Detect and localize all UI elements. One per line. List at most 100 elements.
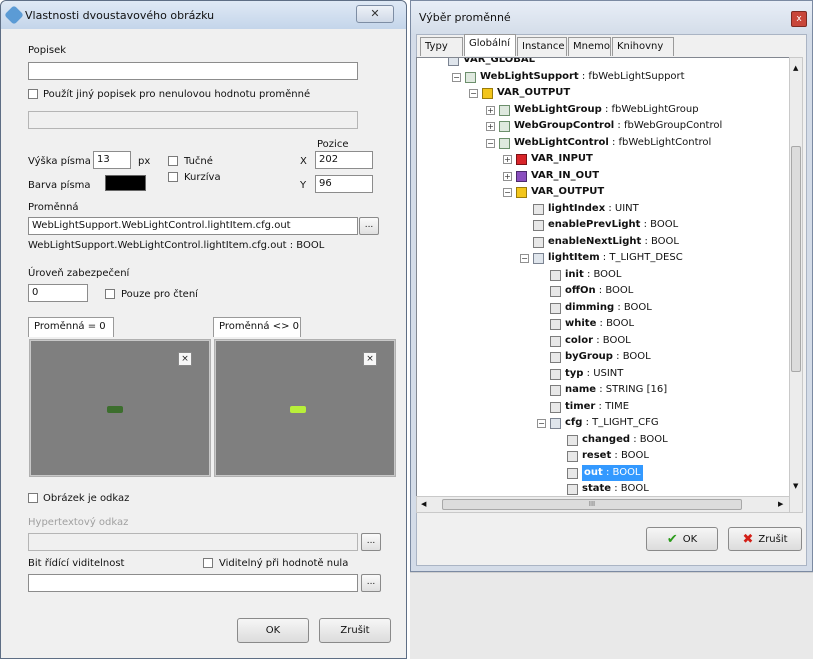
tree-node[interactable]: offOn : BOOL <box>417 283 789 299</box>
tree-node[interactable]: out : BOOL <box>417 464 789 481</box>
tree-node[interactable]: − VAR_OUTPUT <box>417 184 789 200</box>
tab-globalni[interactable]: Globální <box>464 34 516 56</box>
expand-icon[interactable]: + <box>503 155 512 164</box>
visibility-input[interactable] <box>28 574 358 592</box>
tree-node[interactable]: + WebGroupControl : fbWebGroupControl <box>417 118 789 134</box>
scroll-thumb[interactable] <box>791 146 801 372</box>
visible-zero-checkbox[interactable] <box>203 558 213 568</box>
tree-node[interactable]: enableNextLight : BOOL <box>417 234 789 250</box>
tree-node-name: enableNextLight <box>548 235 642 247</box>
tab-variable-zero[interactable]: Proměnná = 0 <box>28 317 114 337</box>
tree-node-type: : fbWebLightGroup <box>601 103 699 115</box>
tree-node[interactable]: timer : TIME <box>417 399 789 415</box>
preview-nonzero-close-icon[interactable]: × <box>363 352 377 366</box>
variable-input[interactable]: WebLightSupport.WebLightControl.lightIte… <box>28 217 358 235</box>
expand-icon[interactable]: + <box>503 171 512 181</box>
popisek-input[interactable] <box>28 62 358 80</box>
tree-node-type: : STRING [16] <box>596 384 668 395</box>
right-ok-button[interactable]: ✔ OK <box>646 527 718 551</box>
tree-node[interactable]: VAR_GLOBAL <box>417 57 789 68</box>
scroll-left-icon[interactable]: ◀ <box>421 500 426 508</box>
collapse-icon[interactable]: − <box>503 188 512 197</box>
tab-variable-nonzero[interactable]: Proměnná <> 0 <box>213 317 301 337</box>
use-other-label-checkbox[interactable] <box>28 89 38 99</box>
collapse-icon[interactable]: − <box>537 419 546 428</box>
tree-node-label: state : BOOL <box>582 481 649 497</box>
image-link-checkbox[interactable] <box>28 493 38 503</box>
tree-node[interactable]: − VAR_OUTPUT <box>417 85 789 101</box>
tree-node[interactable]: − WebLightControl : fbWebLightControl <box>417 135 789 151</box>
tree-node[interactable]: typ : USINT <box>417 366 789 382</box>
tree-node[interactable]: reset : BOOL <box>417 448 789 464</box>
tree-node[interactable]: name : STRING [16] <box>417 382 789 398</box>
security-input[interactable]: 0 <box>28 284 88 302</box>
tab-knihovny[interactable]: Knihovny <box>612 37 674 56</box>
scroll-down-icon[interactable]: ▼ <box>793 482 798 490</box>
cancel-button[interactable]: Zrušit <box>319 618 391 643</box>
use-other-label-text: Použít jiný popisek pro nenulovou hodnot… <box>43 89 311 100</box>
tree-node-label: dimming : BOOL <box>565 300 652 316</box>
tree-node[interactable]: byGroup : BOOL <box>417 349 789 365</box>
fb-icon <box>499 104 510 116</box>
tree-node-type: : USINT <box>583 367 624 379</box>
x-position-input[interactable]: 202 <box>315 151 373 169</box>
variable-browse-button[interactable]: ... <box>359 217 379 235</box>
font-height-input[interactable]: 13 <box>93 151 131 169</box>
scroll-up-icon[interactable]: ▲ <box>793 64 798 72</box>
tree-node[interactable]: − lightItem : T_LIGHT_DESC <box>417 250 789 266</box>
readonly-checkbox[interactable] <box>105 289 115 299</box>
font-color-swatch[interactable] <box>105 175 146 191</box>
hyperlink-browse-button[interactable]: ... <box>361 533 381 551</box>
tab-typy[interactable]: Typy <box>420 37 463 56</box>
hscroll-thumb[interactable]: III <box>442 499 742 510</box>
tree-node[interactable]: enablePrevLight : BOOL <box>417 217 789 233</box>
tree-node[interactable]: dimming : BOOL <box>417 300 789 316</box>
preview-zero-close-icon[interactable]: × <box>178 352 192 366</box>
right-cancel-label: Zrušit <box>758 533 788 545</box>
tree-node-name: VAR_OUTPUT <box>497 87 571 98</box>
tree-node-name: WebLightGroup <box>514 103 602 115</box>
tree-node-type: : UINT <box>605 202 639 214</box>
tree-node[interactable]: − cfg : T_LIGHT_CFG <box>417 415 789 431</box>
px-label: px <box>138 156 151 167</box>
tree-node[interactable]: − WebLightSupport : fbWebLightSupport <box>417 69 789 85</box>
variable-tree[interactable]: VAR_GLOBAL − WebLightSupport : fbWebLightS… <box>416 57 790 513</box>
tree-node[interactable]: + VAR_INPUT <box>417 151 789 167</box>
italic-checkbox[interactable] <box>168 172 178 182</box>
tree-node[interactable]: + VAR_IN_OUT <box>417 168 789 184</box>
tree-node-name: VAR_IN_OUT <box>531 169 600 181</box>
tree-node[interactable]: state : BOOL <box>417 481 789 497</box>
collapse-icon[interactable]: − <box>452 72 461 82</box>
var-icon <box>567 467 578 479</box>
right-cancel-button[interactable]: ✖ Zrušit <box>728 527 802 551</box>
var-icon <box>550 335 561 347</box>
right-close-button[interactable]: x <box>791 11 807 27</box>
tree-node[interactable]: + WebLightGroup : fbWebLightGroup <box>417 102 789 118</box>
collapse-icon[interactable]: − <box>486 138 495 148</box>
tab-mnemo[interactable]: Mnemo <box>568 37 611 56</box>
tree-node[interactable]: init : BOOL <box>417 267 789 283</box>
expand-icon[interactable]: + <box>486 105 495 115</box>
ok-button[interactable]: OK <box>237 618 309 643</box>
scroll-right-icon[interactable]: ▶ <box>778 500 783 508</box>
horizontal-scrollbar[interactable]: ◀ III ▶ <box>416 496 790 513</box>
other-label-input[interactable] <box>28 111 358 129</box>
tree-node[interactable]: lightIndex : UINT <box>417 201 789 217</box>
vertical-scrollbar[interactable]: ▲ ▼ <box>789 57 803 513</box>
collapse-icon[interactable]: − <box>520 254 529 263</box>
close-button[interactable]: ✕ <box>356 5 394 23</box>
visibility-browse-button[interactable]: ... <box>361 574 381 592</box>
tree-node-type: : fbWebGroupControl <box>614 120 723 131</box>
y-position-input[interactable]: 96 <box>315 175 373 193</box>
expand-icon[interactable]: + <box>486 122 495 131</box>
right-title-bar: Výběr proměnné x <box>411 1 812 34</box>
hyperlink-input[interactable] <box>28 533 358 551</box>
tab-instance[interactable]: Instance <box>517 37 567 56</box>
tree-node[interactable]: white : BOOL <box>417 316 789 332</box>
tree-node[interactable]: changed : BOOL <box>417 432 789 448</box>
collapse-icon[interactable]: − <box>469 89 478 98</box>
tree-node[interactable]: color : BOOL <box>417 333 789 349</box>
bold-checkbox[interactable] <box>168 156 178 166</box>
tree-node-label: name : STRING [16] <box>565 382 667 398</box>
tree-node-name: VAR_GLOBAL <box>463 57 535 65</box>
